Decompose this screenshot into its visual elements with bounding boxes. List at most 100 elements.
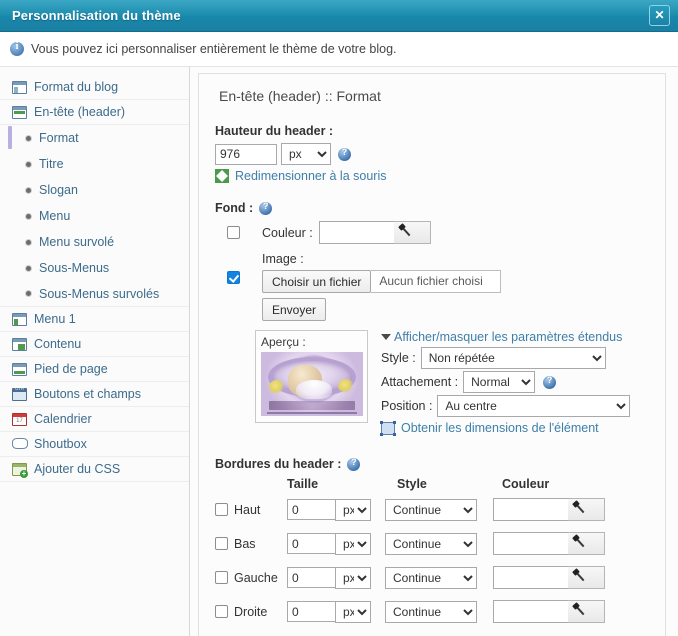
bullet-icon — [26, 213, 31, 219]
sidebar-item-label: Boutons et champs — [34, 387, 142, 401]
border-top-style-select[interactable]: Continue — [385, 498, 477, 521]
help-icon[interactable] — [347, 457, 361, 471]
background-image-label: Image : — [262, 252, 304, 266]
attachment-row: Attachement : Normal — [381, 371, 630, 393]
attachment-label: Attachement : — [381, 375, 459, 389]
borders-label-row: Bordures du header : — [215, 457, 665, 471]
border-right-style-select[interactable]: Continue — [385, 600, 477, 623]
get-element-dimensions-link[interactable]: Obtenir les dimensions de l'élément — [380, 420, 630, 436]
window-titlebar: Personnalisation du thème ✕ — [0, 0, 678, 32]
border-top-checkbox[interactable] — [215, 503, 228, 516]
border-bottom-toggle[interactable]: Bas — [215, 537, 287, 551]
header-height-unit-select[interactable]: px — [281, 143, 331, 165]
sidebar-item-label: Sous-Menus survolés — [39, 286, 160, 301]
style-select[interactable]: Non répétée — [420, 347, 606, 369]
sidebar-item-ajouter-du-css[interactable]: Ajouter du CSS — [0, 457, 189, 482]
border-left-toggle[interactable]: Gauche — [215, 571, 287, 585]
sidebar-item-contenu[interactable]: Contenu — [0, 332, 189, 357]
sidebar-item-menu-survole[interactable]: Menu survolé — [0, 229, 189, 255]
border-right-unit-select[interactable]: px — [335, 600, 371, 623]
sidebar-item-label: Titre — [39, 157, 64, 171]
background-color-row: Couleur : — [227, 221, 665, 244]
extended-params-toggle[interactable]: Afficher/masquer les paramètres étendus — [381, 330, 630, 344]
preview-and-extended-row: Aperçu : Afficher/masquer les paramètres… — [255, 330, 665, 436]
background-image-checkbox[interactable] — [227, 271, 240, 284]
close-icon[interactable]: ✕ — [649, 5, 670, 26]
upload-button[interactable]: Envoyer — [262, 298, 327, 321]
border-left-unit-select[interactable]: px — [335, 566, 371, 589]
resize-with-mouse-link[interactable]: Redimensionner à la souris — [215, 169, 665, 183]
border-top-color-input[interactable] — [493, 498, 568, 521]
sidebar-item-menu[interactable]: Menu — [0, 203, 189, 229]
sidebar-item-label: Format — [39, 131, 79, 145]
sidebar-item-en-tete-header[interactable]: En-tête (header) — [0, 100, 189, 125]
info-bar-text: Vous pouvez ici personnaliser entièremen… — [31, 42, 397, 56]
sidebar-item-sous-menus[interactable]: Sous-Menus — [0, 255, 189, 281]
sidebar-item-label: Format du blog — [34, 80, 119, 94]
border-right-checkbox[interactable] — [215, 605, 228, 618]
borders-label: Bordures du header : — [215, 457, 342, 471]
layout-format-icon — [12, 80, 27, 94]
window-title: Personnalisation du thème — [12, 8, 181, 23]
header-height-label-row: Hauteur du header : — [215, 124, 665, 138]
border-bottom-size-input[interactable] — [287, 533, 335, 554]
border-bottom-color-input[interactable] — [493, 532, 568, 555]
eyedropper-icon[interactable] — [568, 600, 605, 623]
border-left-checkbox[interactable] — [215, 571, 228, 584]
sidebar-item-label: Pied de page — [34, 362, 108, 376]
info-bar: Vous pouvez ici personnaliser entièremen… — [0, 32, 678, 67]
background-color-input[interactable] — [318, 221, 394, 244]
eyedropper-icon[interactable] — [568, 566, 605, 589]
help-icon[interactable] — [543, 375, 557, 389]
border-top-toggle[interactable]: Haut — [215, 503, 287, 517]
sidebar-item-calendrier[interactable]: Calendrier — [0, 407, 189, 432]
border-top-unit-select[interactable]: px — [335, 498, 371, 521]
layout-content-icon — [12, 337, 27, 351]
help-icon[interactable] — [259, 201, 273, 215]
choose-file-button[interactable]: Choisir un fichier — [262, 270, 372, 293]
border-right-color-input[interactable] — [493, 600, 568, 623]
settings-panel: En-tête (header) :: Format Hauteur du he… — [198, 73, 666, 636]
bullet-icon — [26, 239, 31, 245]
bullet-icon — [26, 265, 31, 271]
sidebar-item-label: Sous-Menus — [39, 261, 110, 275]
border-top-size-input[interactable] — [287, 499, 335, 520]
eyedropper-icon[interactable] — [568, 498, 605, 521]
position-select[interactable]: Au centre — [437, 395, 631, 417]
header-height-input[interactable] — [215, 143, 277, 165]
sidebar-item-format[interactable]: Format — [0, 125, 189, 151]
border-left-style-select[interactable]: Continue — [385, 566, 477, 589]
border-bottom-checkbox[interactable] — [215, 537, 228, 550]
sidebar-item-menu-1[interactable]: Menu 1 — [0, 307, 189, 332]
sidebar-item-titre[interactable]: Titre — [0, 151, 189, 177]
border-left-size-input[interactable] — [287, 567, 335, 588]
table-row: Haut px Continue — [215, 498, 665, 521]
border-right-size-input[interactable] — [287, 601, 335, 622]
extended-params: Afficher/masquer les paramètres étendus … — [380, 330, 631, 436]
attachment-select[interactable]: Normal — [463, 371, 536, 393]
eyedropper-icon[interactable] — [393, 221, 431, 244]
sidebar-item-label: Contenu — [34, 337, 82, 351]
background-image-thumbnail[interactable] — [261, 352, 363, 416]
column-header-style: Style — [397, 477, 427, 491]
border-left-color-input[interactable] — [493, 566, 568, 589]
background-color-checkbox[interactable] — [227, 226, 240, 239]
selection-box-icon — [380, 420, 396, 436]
sidebar-item-pied-de-page[interactable]: Pied de page — [0, 357, 189, 382]
border-bottom-unit-select[interactable]: px — [335, 532, 371, 555]
sidebar-item-sous-menus-survoles[interactable]: Sous-Menus survolés — [0, 281, 189, 307]
sidebar-item-label: Slogan — [39, 183, 78, 197]
sidebar-item-label: Shoutbox — [34, 437, 87, 451]
border-side-label: Gauche — [234, 570, 278, 585]
border-bottom-style-select[interactable]: Continue — [385, 532, 477, 555]
form-fields-icon — [12, 386, 27, 401]
sidebar-item-boutons-et-champs[interactable]: Boutons et champs — [0, 382, 189, 407]
sidebar-item-slogan[interactable]: Slogan — [0, 177, 189, 203]
sidebar-item-format-du-blog[interactable]: Format du blog — [0, 75, 189, 100]
help-icon[interactable] — [338, 147, 351, 161]
border-right-toggle[interactable]: Droite — [215, 605, 287, 619]
sidebar-item-shoutbox[interactable]: Shoutbox — [0, 432, 189, 457]
column-header-taille: Taille — [287, 477, 319, 491]
speech-bubble-icon — [12, 437, 28, 451]
eyedropper-icon[interactable] — [568, 532, 605, 555]
